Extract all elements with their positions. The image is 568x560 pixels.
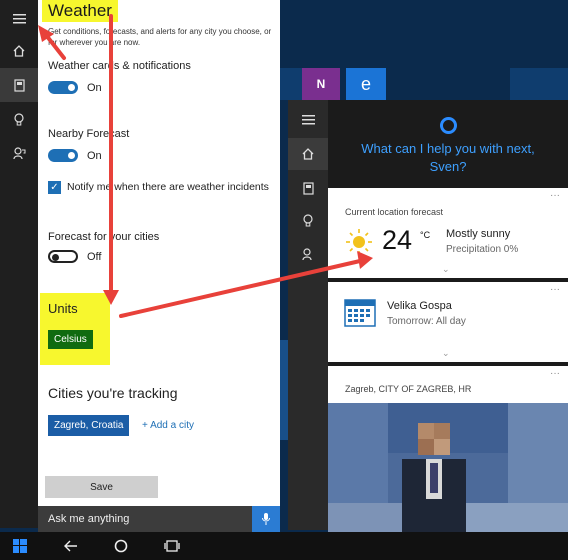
cortana-window-rail [288, 100, 328, 530]
home-icon[interactable] [0, 34, 38, 68]
home-icon [302, 148, 314, 160]
weather-description: Get conditions, forecasts, and alerts fo… [48, 27, 272, 47]
event-title: Velika Gospa [387, 300, 452, 312]
news-card[interactable]: ··· Zagreb, CITY OF ZAGREB, HR [328, 366, 568, 533]
cortana-home: What can I help you with next, Sven? ···… [328, 100, 568, 533]
desktop-tile [280, 68, 302, 100]
prompt-line-2: Sven? [429, 159, 467, 174]
notebook-icon [302, 181, 314, 195]
edge-tile[interactable]: e [346, 68, 386, 100]
city-chip[interactable]: Zagreb, Croatia [48, 415, 130, 436]
cities-forecast-label: Forecast for your cities [48, 231, 160, 243]
calendar-card[interactable]: ··· Velika Gospa Tomorrow: All day ⌄ [328, 282, 568, 362]
cities-heading: Cities you're tracking [48, 385, 178, 401]
home-icon[interactable] [288, 138, 328, 170]
hamburger-icon[interactable] [288, 104, 328, 136]
check-icon: ✓ [50, 182, 59, 193]
weather-settings-panel: Weather Get conditions, forecasts, and a… [38, 0, 280, 506]
cards-notifications-state: On [87, 82, 102, 94]
task-view-button[interactable] [157, 532, 187, 560]
notebook-icon [13, 78, 25, 92]
nearby-forecast-toggle[interactable] [48, 149, 78, 162]
cities-forecast-toggle[interactable] [48, 250, 78, 263]
home-button[interactable] [106, 532, 136, 560]
chevron-down-icon[interactable]: ⌄ [442, 264, 450, 275]
more-icon[interactable]: ··· [550, 368, 560, 379]
cards-notifications-label: Weather cards & notifications [48, 60, 191, 72]
notebook-icon[interactable] [0, 68, 38, 102]
home-icon [13, 45, 25, 57]
cortana-rail [0, 0, 38, 528]
hamburger-icon[interactable] [0, 2, 38, 36]
add-city-link[interactable]: + Add a city [142, 420, 194, 431]
feedback-icon[interactable] [0, 136, 38, 170]
windows-icon [13, 539, 27, 553]
temperature-unit: °C [420, 230, 431, 240]
prompt-line-1: What can I help you with next, [361, 141, 535, 156]
precipitation: Precipitation 0% [446, 244, 519, 255]
back-icon [64, 540, 77, 552]
feedback-icon [301, 247, 312, 260]
cortana-prompt: What can I help you with next, Sven? [328, 140, 568, 176]
cortana-ring-icon [440, 117, 457, 134]
back-button[interactable] [56, 532, 86, 560]
notebook-icon[interactable] [288, 172, 328, 204]
cities-forecast-state: Off [87, 251, 102, 263]
temperature-value: 24 [382, 225, 413, 255]
weather-card-header: Current location forecast [345, 207, 444, 217]
cards-notifications-toggle[interactable] [48, 81, 78, 94]
units-highlight: Units Celsius [40, 293, 110, 365]
desktop-tile [280, 340, 288, 440]
save-button[interactable]: Save [45, 476, 158, 498]
home-icon [114, 539, 128, 553]
microphone-button[interactable] [252, 506, 280, 532]
calendar-icon [344, 299, 376, 327]
units-celsius-button[interactable]: Celsius [48, 330, 93, 349]
desktop-tile [510, 68, 568, 100]
feedback-icon [12, 146, 25, 159]
page-title: Weather [48, 1, 112, 20]
news-image-pixelated [328, 403, 568, 533]
lightbulb-icon[interactable] [288, 204, 328, 236]
cortana-window: What can I help you with next, Sven? ···… [288, 100, 568, 533]
hamburger-icon [301, 115, 315, 125]
notify-label: Notify me when there are weather inciden… [67, 181, 269, 193]
weather-condition: Mostly sunny [446, 228, 511, 240]
notify-checkbox[interactable]: ✓ [48, 181, 61, 194]
start-button[interactable] [0, 532, 40, 560]
hamburger-icon [12, 14, 26, 24]
sun-icon [346, 229, 372, 255]
units-heading: Units [48, 301, 78, 316]
lightbulb-icon[interactable] [0, 102, 38, 136]
feedback-icon[interactable] [288, 238, 328, 270]
weather-card[interactable]: ··· Current location forecast 24 °C Most… [328, 188, 568, 278]
title-highlight: Weather [42, 0, 118, 22]
lightbulb-icon [14, 112, 24, 125]
lightbulb-icon [303, 213, 313, 226]
ask-input[interactable]: Ask me anything [38, 506, 280, 532]
chevron-down-icon[interactable]: ⌄ [442, 348, 450, 359]
nearby-forecast-state: On [87, 150, 102, 162]
onenote-tile[interactable]: N [302, 68, 340, 100]
task-view-icon [164, 540, 180, 552]
taskbar [0, 532, 568, 560]
microphone-icon [262, 513, 270, 525]
news-image [328, 403, 568, 533]
more-icon[interactable]: ··· [550, 190, 560, 201]
event-subtitle: Tomorrow: All day [387, 316, 466, 327]
more-icon[interactable]: ··· [550, 284, 560, 295]
news-card-header: Zagreb, CITY OF ZAGREB, HR [345, 384, 472, 394]
nearby-forecast-label: Nearby Forecast [48, 128, 130, 140]
